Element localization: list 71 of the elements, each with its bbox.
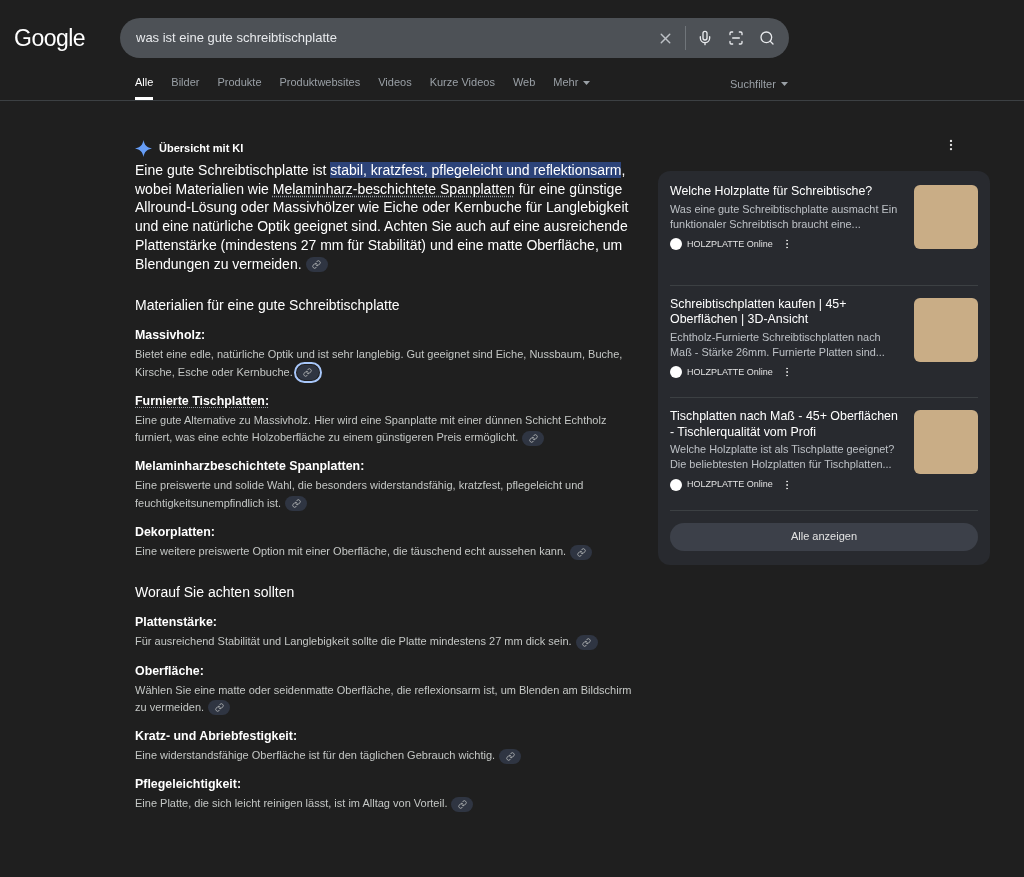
microphone-icon[interactable] xyxy=(697,30,713,46)
caret-icon xyxy=(583,80,591,85)
item-heading: Pflegeleichtigkeit: xyxy=(135,776,242,794)
show-all-button[interactable]: Alle anzeigen xyxy=(670,522,978,551)
item-heading: Plattenstärke: xyxy=(135,614,217,632)
site-name: HOLZPLATTE Online xyxy=(687,478,773,491)
site-name: HOLZPLATTE Online xyxy=(687,237,773,251)
source-snippet: Welche Holzplatte ist als Tischplatte geeignet? Die beliebtesten Holzplatten für Tischplatten... xyxy=(670,442,896,472)
link-icon xyxy=(576,547,586,557)
link-icon xyxy=(303,368,313,378)
search-field[interactable]: was ist eine gute schreibtischplatte xyxy=(120,18,789,58)
source-title[interactable]: Welche Holzplatte für Schreibtische? xyxy=(670,184,904,200)
source-link-button[interactable] xyxy=(522,430,545,446)
source-link-button[interactable] xyxy=(285,496,308,512)
search-icon[interactable] xyxy=(759,30,775,46)
search-query: was ist eine gute schreibtischplatte xyxy=(136,29,338,48)
photo-placeholder xyxy=(914,185,978,249)
source-link-button[interactable] xyxy=(575,634,598,650)
search-tab[interactable]: Produktwebsites xyxy=(279,76,361,100)
source-link-button[interactable] xyxy=(305,257,328,273)
source-link-button[interactable] xyxy=(499,748,522,764)
item-heading: Furnierte Tischplatten: xyxy=(135,392,270,410)
source-snippet: Echtholz-Furnierte Schreibtischplatten nach Maß - Stärke 26mm. Furnierte Platten sind... xyxy=(670,329,886,360)
item-heading: Massivholz: xyxy=(135,327,206,345)
item-description: Wählen Sie eine matte oder seidenmatte Oberfläche, die reflexionsarm ist, um Blenden am Bildschirm zu vermeiden. xyxy=(135,681,632,717)
link-icon xyxy=(505,751,515,761)
source-link-button[interactable] xyxy=(570,544,593,560)
photo-placeholder xyxy=(914,410,978,474)
search-tab[interactable]: Kurze Videos xyxy=(429,76,495,100)
site-favicon xyxy=(670,238,682,251)
link-icon xyxy=(582,637,592,647)
source-title[interactable]: Tischplatten nach Maß - 45+ Oberflächen - Tischlerqualität vom Profi xyxy=(670,409,904,440)
logo[interactable]: Google xyxy=(14,20,120,56)
item-description: Eine gute Alternative zu Massivholz. Hier wird eine Spanplatte mit einer dünnen Schicht Echtholz furniert, was eine echte Holzoberfläche zu einem günstigeren Preis ermöglicht. xyxy=(135,412,608,447)
item-description: Eine weitere preiswerte Option mit einer Oberfläche, die täuschend echt aussehen kann. xyxy=(135,543,632,561)
link-icon xyxy=(528,433,538,443)
item-description: Bietet eine edle, natürliche Optik und ist sehr langlebig. Gut geeignet sind Eiche, Nussbaum, Buche, Kirsche, Esche oder Kernbuche. xyxy=(135,346,632,381)
source-link-button[interactable] xyxy=(451,797,474,813)
link-icon xyxy=(214,703,224,713)
search-tab[interactable]: Mehr xyxy=(553,76,591,100)
caret-icon xyxy=(780,82,788,87)
item-description: Für ausreichend Stabilität und Langlebigkeit sollte die Platte mindestens 27 mm dick sein. xyxy=(135,633,632,651)
item-description: Eine preiswerte und solide Wahl, die besonders widerstandsfähig, kratzfest, pflegeleicht und feuchtigkeitsunempfindlich ist. xyxy=(135,477,632,512)
search-tab[interactable]: Web xyxy=(512,76,536,100)
link-icon xyxy=(312,260,322,270)
section-heading: Worauf Sie achten sollten xyxy=(135,583,296,603)
photo-placeholder xyxy=(914,297,978,362)
search-tab[interactable]: Alle xyxy=(135,76,154,100)
source-link-button[interactable] xyxy=(296,365,319,381)
item-description: Eine Platte, die sich leicht reinigen lässt, ist im Alltag von Vorteil. xyxy=(135,795,632,813)
site-name: HOLZPLATTE Online xyxy=(687,365,773,379)
item-description: Eine widerstandsfähige Oberfläche ist für den täglichen Gebrauch wichtig. xyxy=(135,747,632,765)
overview-paragraph: Eine gute Schreibtischplatte ist stabil, kratzfest, pflegeleicht und reflektionsarm, wobei Materialien wie Melaminharz-beschichtete Spanplatten für eine günstige Allround-Lösung oder Massivhölzer wie Eiche oder Kernbuche für Langlebigkeit und eine natürliche Optik geeignet sind. Achten Sie auch auf eine ausreichende Plattenstärke (mindestens 27 mm für Stabilität) und eine matte Oberfläche, um Blendungen zu vermeiden. xyxy=(135,161,630,274)
ai-overview-title: Übersicht mit KI xyxy=(159,140,244,156)
site-favicon xyxy=(670,366,682,379)
search-tab[interactable]: Bilder xyxy=(171,76,200,100)
source-link-button[interactable] xyxy=(208,700,231,716)
item-heading: Oberfläche: xyxy=(135,662,204,680)
search-filter-button[interactable]: Suchfilter xyxy=(730,76,788,101)
site-favicon xyxy=(670,478,682,491)
section-heading: Materialien für eine gute Schreibtischplatte xyxy=(135,296,401,316)
item-heading: Kratz- und Abriebfestigkeit: xyxy=(135,728,297,746)
search-tab[interactable]: Produkte xyxy=(217,76,262,100)
source-title[interactable]: Schreibtischplatten kaufen | 45+ Oberflächen | 3D-Ansicht xyxy=(670,296,904,328)
source-snippet: Was eine gute Schreibtischplatte ausmacht Ein funktionaler Schreibtisch braucht eine... xyxy=(670,201,899,232)
item-heading: Melaminharzbeschichtete Spanplatten: xyxy=(135,458,365,476)
item-heading: Dekorplatten: xyxy=(135,524,215,541)
link-icon xyxy=(457,800,467,810)
search-tab[interactable]: Videos xyxy=(378,76,412,100)
link-icon xyxy=(291,499,301,509)
sparkle-icon xyxy=(135,139,152,157)
